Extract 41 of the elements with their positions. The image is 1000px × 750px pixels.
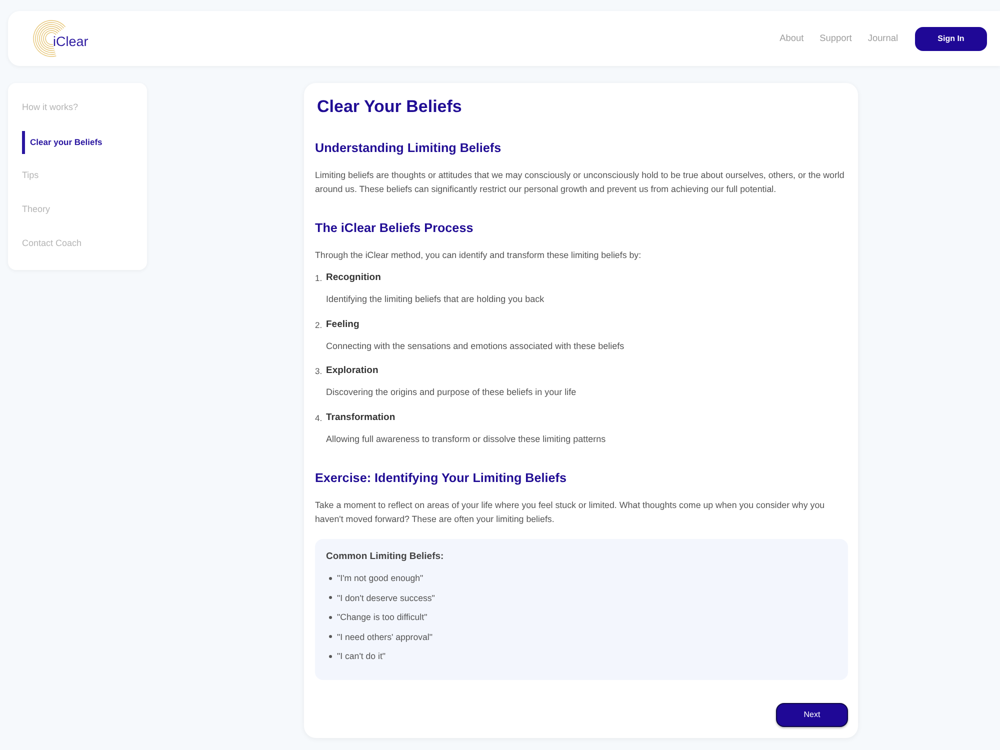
section-heading: Understanding Limiting Beliefs: [315, 140, 502, 157]
step-number: 3.: [315, 365, 324, 378]
nav-link[interactable]: Journal: [868, 32, 898, 46]
sidebar-item[interactable]: Tips: [22, 164, 147, 188]
bullet-icon: [329, 596, 332, 600]
sign-in-button[interactable]: Sign In: [915, 26, 987, 50]
paragraph: Limiting beliefs are thoughts or attitudes that we may consciously or unconsciously hold to be true about ourselves, others, or the world around us. These beliefs can significantly restrict our personal growth and prevent us from achieving our full potential.: [315, 169, 846, 196]
step-number: 4.: [315, 412, 324, 426]
next-button[interactable]: Next: [776, 703, 848, 728]
belief-item: "Change is too difficult": [337, 611, 428, 624]
bullet-icon: [329, 576, 332, 580]
paragraph: Take a moment to reflect on areas of your life where you feel stuck or limited. What thoughts come up when you consider why you haven't moved forward? These are often your limiting beliefs.: [315, 499, 826, 526]
step-number: 1.: [315, 272, 324, 285]
belief-item: "I can't do it": [337, 650, 386, 664]
step-description: Discovering the origins and purpose of these beliefs in your life: [326, 386, 576, 400]
bullet-icon: [329, 616, 332, 619]
page-title: Clear Your Beliefs: [316, 96, 463, 118]
section-heading: Exercise: Identifying Your Limiting Beliefs: [315, 470, 568, 488]
step-description: Identifying the limiting beliefs that are holding you back: [326, 293, 544, 306]
belief-item: "I don't deserve success": [337, 592, 435, 605]
bullet-icon: [329, 635, 332, 638]
sidebar-item[interactable]: Clear your Beliefs: [22, 130, 147, 154]
sidebar-item[interactable]: Theory: [22, 198, 147, 222]
section-heading: The iClear Beliefs Process: [315, 220, 474, 237]
sidebar-item[interactable]: How it works?: [22, 96, 147, 120]
paragraph: Through the iClear method, you can identify and transform these limiting beliefs by:: [315, 249, 642, 262]
bullet-icon: [329, 654, 332, 658]
step-number: 2.: [315, 318, 324, 332]
callout-title: Common Limiting Beliefs:: [326, 550, 445, 564]
step-title: Exploration: [326, 364, 380, 378]
step-title: Transformation: [326, 411, 396, 426]
belief-item: "I need others' approval": [337, 630, 432, 644]
step-description: Connecting with the sensations and emotions associated with these beliefs: [326, 340, 624, 353]
step-title: Feeling: [326, 318, 360, 332]
logo-text[interactable]: iClear: [53, 34, 88, 50]
nav-link[interactable]: About: [780, 32, 804, 46]
sidebar-item[interactable]: Contact Coach: [22, 232, 147, 256]
step-title: Recognition: [326, 271, 382, 285]
belief-item: "I'm not good enough": [337, 572, 424, 586]
nav-link[interactable]: Support: [820, 32, 852, 46]
step-description: Allowing full awareness to transform or dissolve these limiting patterns: [326, 433, 606, 446]
